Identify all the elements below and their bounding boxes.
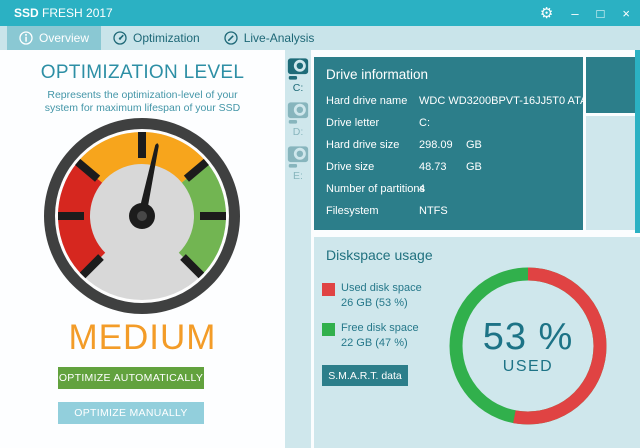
tab-live-analysis-label: Live-Analysis: [244, 31, 315, 45]
drive-info-row: Drive size 48.73 GB: [326, 161, 583, 183]
drive-info-row: Filesystem NTFS: [326, 205, 583, 227]
diskspace-donut-chart: 53 % USED: [442, 260, 614, 432]
optimization-panel: OPTIMIZATION LEVEL Represents the optimi…: [0, 50, 285, 448]
used-space-amount: 26 GB (53 %): [341, 296, 422, 311]
optimize-manually-button[interactable]: OPTIMIZE MANUALLY: [58, 402, 204, 424]
gauge-icon: [113, 31, 127, 45]
info-icon: [19, 31, 33, 45]
hard-drive-icon: [286, 102, 310, 125]
legend-used-disk-space: Used disk space 26 GB (53 %): [322, 281, 422, 311]
titlebar-controls: ⚙ – □ ×: [540, 6, 630, 21]
content-area: OPTIMIZATION LEVEL Represents the optimi…: [0, 50, 640, 448]
pen-icon: [224, 31, 238, 45]
tab-overview[interactable]: Overview: [7, 26, 101, 50]
diskspace-usage-panel: Diskspace usage Used disk space 26 GB (5…: [314, 237, 640, 448]
cutoff-panel-body: [586, 116, 635, 230]
drive-letter-label: C:: [285, 82, 311, 94]
drive-letter-label: E:: [285, 170, 311, 182]
window-title-app: SSD: [14, 6, 39, 20]
titlebar: SSD FRESH 2017 ⚙ – □ ×: [0, 0, 640, 26]
smart-data-button[interactable]: S.M.A.R.T. data: [322, 365, 408, 386]
drive-item-d[interactable]: D:: [285, 102, 311, 138]
hard-drive-icon: [286, 58, 310, 81]
window-right-border: [635, 50, 640, 233]
tab-live-analysis[interactable]: Live-Analysis: [212, 26, 327, 50]
optimization-level-value: MEDIUM: [0, 318, 285, 358]
drive-selector-strip: C: D: E:: [285, 50, 311, 448]
free-space-label: Free disk space: [341, 321, 419, 336]
drive-information-title: Drive information: [326, 67, 583, 82]
close-icon[interactable]: ×: [622, 7, 630, 20]
optimization-level-subtitle: Represents the optimization-level of you…: [0, 89, 285, 115]
cutoff-panel-header: [586, 57, 635, 113]
tab-overview-label: Overview: [39, 31, 89, 45]
tab-optimization-label: Optimization: [133, 31, 200, 45]
drive-info-row: Hard drive name WDC WD3200BPVT-16JJ5T0 A…: [326, 95, 583, 117]
drive-item-e[interactable]: E:: [285, 146, 311, 182]
drive-letter-label: D:: [285, 126, 311, 138]
used-space-label: Used disk space: [341, 281, 422, 296]
drive-item-c[interactable]: C:: [285, 58, 311, 94]
legend-free-disk-space: Free disk space 22 GB (47 %): [322, 321, 419, 351]
minimize-icon[interactable]: –: [571, 7, 578, 20]
used-space-swatch: [322, 283, 335, 296]
window-title-rest: FRESH 2017: [39, 6, 113, 20]
maximize-icon[interactable]: □: [597, 7, 605, 20]
free-space-swatch: [322, 323, 335, 336]
optimization-level-heading: OPTIMIZATION LEVEL: [0, 62, 285, 84]
hard-drive-icon: [286, 146, 310, 169]
drive-information-rows: Hard drive name WDC WD3200BPVT-16JJ5T0 A…: [326, 95, 583, 227]
tabbar: Overview Optimization Live-Analysis: [0, 26, 640, 50]
optimization-gauge: [42, 116, 242, 316]
optimize-automatically-button[interactable]: OPTIMIZE AUTOMATICALLY: [58, 367, 204, 389]
drive-info-row: Number of partitions 4: [326, 183, 583, 205]
tab-optimization[interactable]: Optimization: [101, 26, 212, 50]
settings-gear-icon[interactable]: ⚙: [540, 6, 553, 21]
window-title: SSD FRESH 2017: [14, 6, 113, 20]
app-window: SSD FRESH 2017 ⚙ – □ × Overview Optimiza…: [0, 0, 640, 448]
drive-information-panel: Drive information Hard drive name WDC WD…: [314, 57, 583, 230]
drive-info-row: Hard drive size 298.09 GB: [326, 139, 583, 161]
free-space-amount: 22 GB (47 %): [341, 336, 419, 351]
drive-info-row: Drive letter C:: [326, 117, 583, 139]
